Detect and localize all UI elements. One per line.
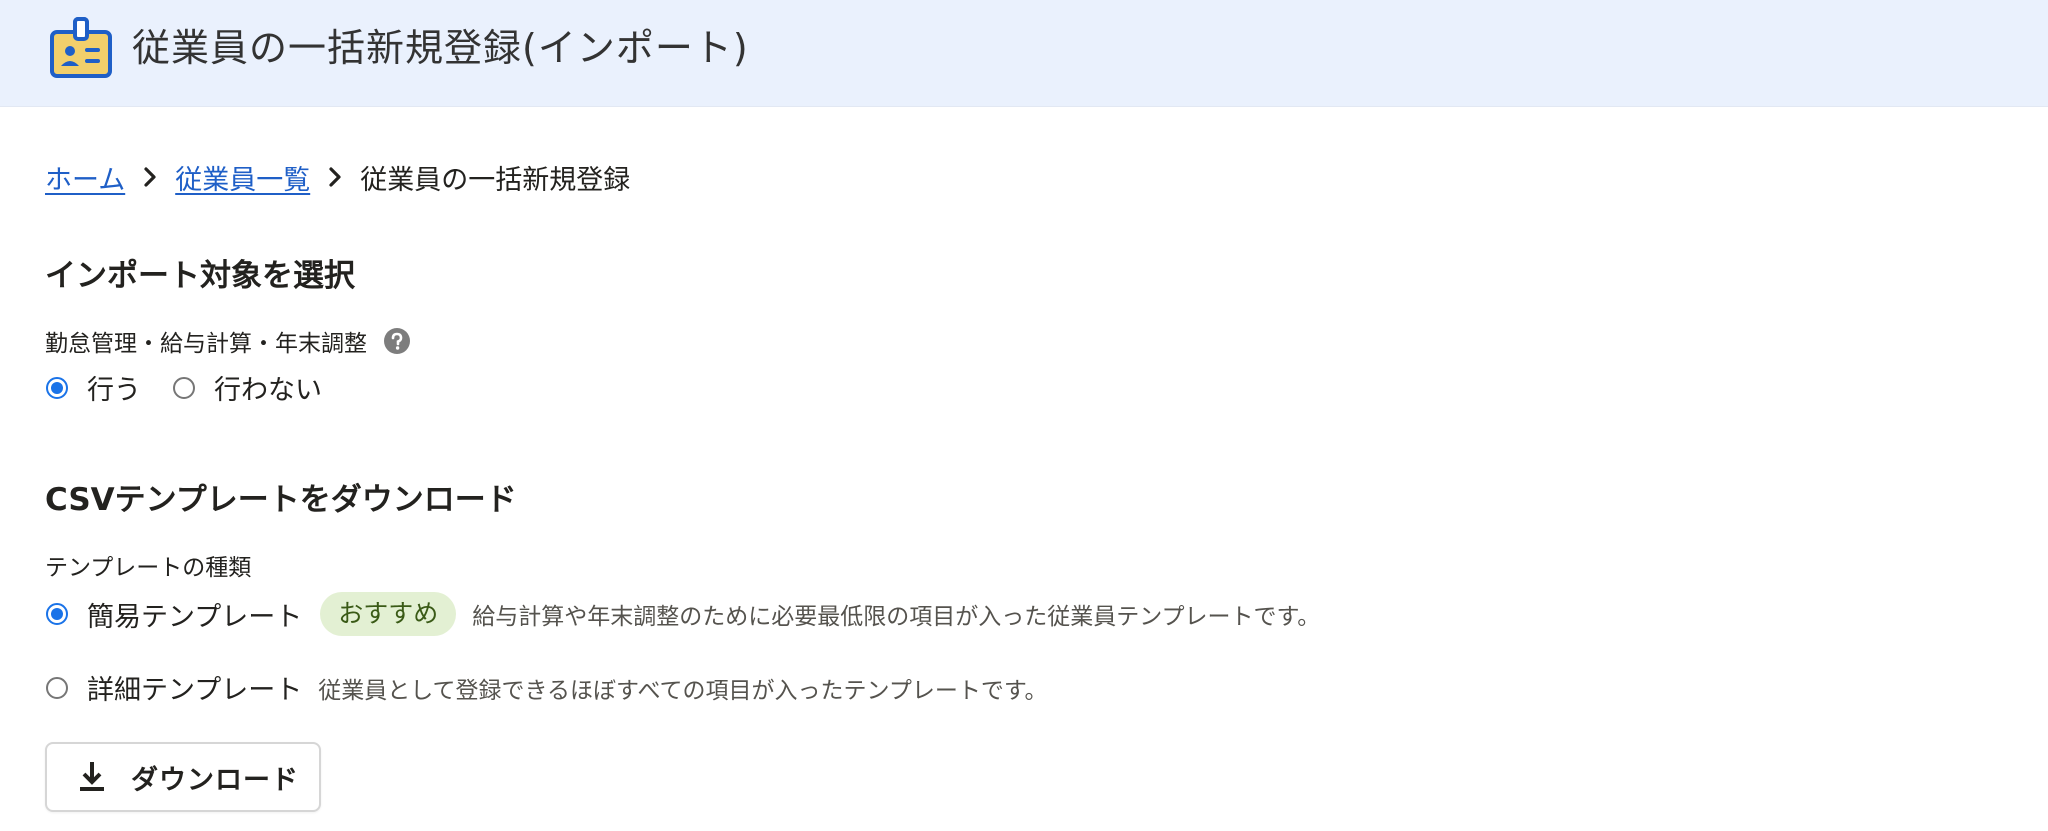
page-header: 従業員の一括新規登録(インポート)	[0, 0, 2048, 107]
detailed-template-description: 従業員として登録できるほぼすべての項目が入ったテンプレートです。	[318, 677, 1048, 704]
breadcrumb-link-employee-list[interactable]: 従業員一覧	[175, 158, 310, 197]
template-type-label: テンプレートの種類	[45, 548, 251, 582]
radio-button-unchecked[interactable]	[173, 376, 195, 399]
radio-button-unchecked[interactable]	[46, 676, 68, 699]
detailed-template-label: 詳細テンプレート	[87, 675, 303, 706]
page-title: 従業員の一括新規登録(インポート)	[132, 26, 749, 70]
import-yes-label: 行う	[87, 375, 141, 406]
breadcrumb-link-home[interactable]: ホーム	[45, 158, 125, 197]
download-button-label: ダウンロード	[131, 764, 299, 795]
import-yes-radio[interactable]: 行う	[46, 368, 141, 407]
radio-button-checked[interactable]	[46, 376, 68, 399]
template-type-label-text: テンプレートの種類	[45, 555, 252, 581]
download-button[interactable]: ダウンロード	[45, 742, 321, 812]
breadcrumb-current: 従業員の一括新規登録	[360, 164, 631, 196]
import-no-label: 行わない	[214, 375, 322, 406]
import-no-radio[interactable]: 行わない	[173, 368, 322, 407]
download-icon	[80, 762, 104, 791]
chevron-right-icon	[329, 167, 341, 187]
breadcrumb: ホーム 従業員一覧 従業員の一括新規登録	[45, 157, 630, 197]
chevron-right-icon	[144, 167, 156, 187]
radio-button-checked[interactable]	[46, 603, 68, 625]
attendance-payroll-label: 勤怠管理・給与計算・年末調整	[45, 324, 411, 358]
simple-template-label: 簡易テンプレート	[87, 601, 303, 633]
attendance-payroll-label-text: 勤怠管理・給与計算・年末調整	[45, 331, 367, 357]
employee-id-card-icon	[50, 17, 112, 78]
detailed-template-radio[interactable]: 詳細テンプレート 従業員として登録できるほぼすべての項目が入ったテンプレートです…	[46, 668, 1048, 707]
simple-template-radio[interactable]: 簡易テンプレート おすすめ 給与計算や年末調整のために必要最低限の項目が入った従…	[46, 592, 1320, 636]
question-circle-icon[interactable]	[383, 327, 411, 355]
recommended-badge: おすすめ	[320, 592, 457, 636]
csv-template-heading: CSVテンプレートをダウンロード	[45, 482, 517, 518]
import-target-heading: インポート対象を選択	[45, 258, 355, 294]
simple-template-description: 給与計算や年末調整のために必要最低限の項目が入った従業員テンプレートです。	[472, 604, 1321, 630]
